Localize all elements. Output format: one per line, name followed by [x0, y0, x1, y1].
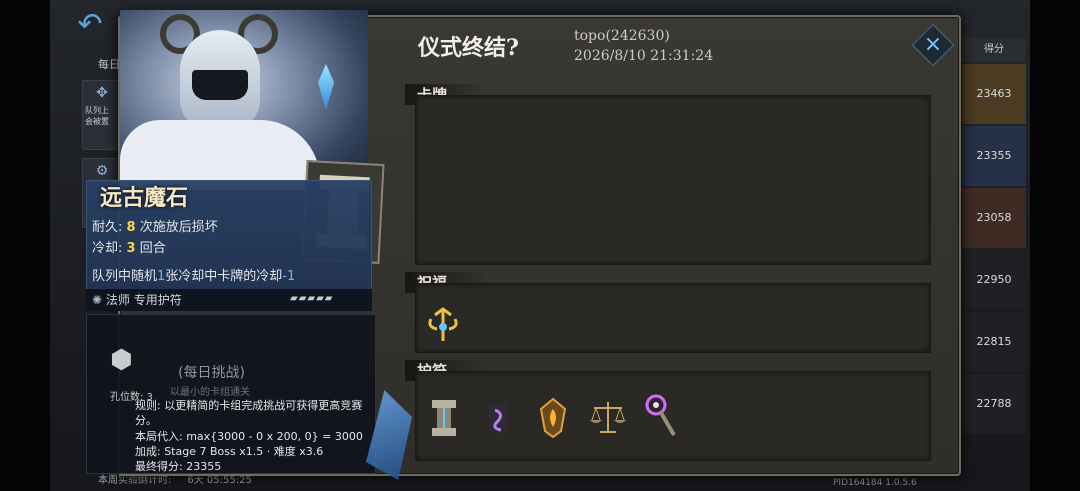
score-bonus: 加成: Stage 7 Boss x1.5 · 难度 x3.6 — [135, 445, 324, 458]
cooldown-value: 3 — [126, 241, 136, 256]
left-letterbox — [0, 0, 50, 491]
run-timestamp: 2026/8/10 21:31:24 — [574, 48, 714, 64]
score-row[interactable]: 23463 — [962, 64, 1026, 124]
gear-icon: ⚙ — [95, 163, 109, 179]
cooldown-label: 冷却: — [92, 241, 123, 256]
background-daily-label: 每日 — [98, 58, 120, 71]
dialog-title: 仪式终结? — [418, 35, 519, 61]
card-name: 远古魔石 — [100, 185, 189, 211]
durability-stat: 耐久: 8 次施放后损坏 — [92, 216, 218, 235]
golden-flame-shield-icon[interactable] — [533, 395, 573, 441]
winged-trident-icon[interactable] — [423, 302, 463, 348]
class-line-text: 法师 专用护符 — [105, 293, 182, 307]
character-mask — [192, 70, 248, 100]
player-name: topo(242630) — [574, 28, 670, 44]
cooldown-suffix: 回合 — [139, 241, 166, 256]
score-header: 得分 — [962, 38, 1026, 62]
durability-label: 耐久: — [92, 220, 123, 235]
back-arrow-icon[interactable]: ↶ — [70, 8, 110, 42]
cards-panel — [415, 95, 931, 265]
hex-slots-icon: ⬢ — [110, 345, 133, 375]
durability-suffix: 次施放后损坏 — [139, 220, 218, 235]
daily-challenge-subtitle: 以最小的卡组通关 — [170, 387, 250, 398]
rarity-pips: ▰▰▰▰▰ — [290, 293, 334, 304]
score-row[interactable]: 23058 — [962, 188, 1026, 248]
score-column: 得分 23463 23355 23058 22950 22815 22788 — [962, 38, 1026, 434]
challenge-rule: 规则: 以更精简的卡组完成挑战可获得更高竞赛分。 — [135, 399, 363, 427]
stone-pillar-icon[interactable] — [424, 395, 464, 441]
background-challenge-tile[interactable]: ✥ 队列上 会被置 — [82, 80, 122, 150]
blessing-panel — [415, 283, 931, 353]
cooldown-stat: 冷却: 3 回合 — [92, 237, 166, 256]
effect-prefix: 队列中随机 — [92, 269, 158, 284]
score-row[interactable]: 22950 — [962, 250, 1026, 310]
countdown-value: 6天 05:55:25 — [187, 475, 252, 486]
score-row[interactable]: 22788 — [962, 374, 1026, 434]
score-calculation: 本局代入: max{3000 - 0 x 200, 0} = 3000 — [135, 430, 363, 443]
close-icon: × — [923, 32, 943, 57]
effect-mid: 张冷却中卡牌的冷却 — [165, 269, 283, 284]
daily-challenge-title: (每日挑战) — [178, 365, 245, 381]
effect-value: -1 — [282, 269, 296, 284]
score-row[interactable]: 22815 — [962, 312, 1026, 372]
score-row[interactable]: 23355 — [962, 126, 1026, 186]
countdown-label: 本周实验倒计时: — [98, 475, 172, 486]
mage-class-icon: ✺ — [92, 293, 103, 307]
purple-rune-stone-icon[interactable] — [479, 395, 519, 441]
final-score: 最终得分: 23355 — [135, 460, 222, 473]
compass-icon: ✥ — [96, 85, 108, 101]
durability-value: 8 — [126, 220, 136, 235]
build-version: PID164184 1.0.5.6 — [833, 478, 917, 488]
right-letterbox — [1030, 0, 1080, 491]
purple-staff-icon[interactable] — [642, 393, 682, 439]
card-effect: 队列中随机1张冷却中卡牌的冷却-1 — [92, 265, 295, 284]
scales-icon[interactable] — [588, 395, 628, 441]
background-tile-text: 队列上 会被置 — [85, 106, 109, 126]
